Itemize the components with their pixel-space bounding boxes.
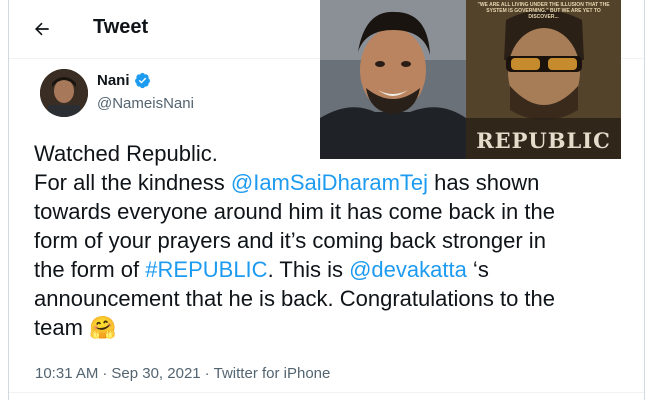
tweet-date[interactable]: Sep 30, 2021 <box>111 365 200 382</box>
republic-poster: "WE ARE ALL LIVING UNDER THE ILLUSION TH… <box>466 0 621 159</box>
arrow-left-icon <box>35 22 49 36</box>
tweet-text: Watched Republic. For all the kindness @… <box>34 139 644 342</box>
author-handle[interactable]: @NameisNani <box>97 95 194 112</box>
actor-photo-graphic <box>320 0 466 159</box>
tweet-source[interactable]: Twitter for iPhone <box>214 365 331 382</box>
tweet-line: team 🤗 <box>34 313 644 342</box>
tweet-time[interactable]: 10:31 AM <box>35 365 98 382</box>
verified-badge-icon <box>134 72 150 89</box>
avatar-photo <box>40 69 88 117</box>
page-title: Tweet <box>93 16 149 38</box>
tweet-line: the form of #REPUBLIC. This is @devakatt… <box>34 255 644 284</box>
author-name[interactable]: Nani <box>97 72 151 89</box>
tweet-text-fragment: team <box>34 315 83 340</box>
poster-tagline: "WE ARE ALL LIVING UNDER THE ILLUSION TH… <box>477 2 610 20</box>
author-name-text: Nani <box>97 72 130 89</box>
tweet-text-fragment: has shown <box>428 170 540 195</box>
meta-separator: · <box>204 365 210 382</box>
actor-photo <box>320 0 466 159</box>
tweet-text-fragment: ‘s <box>466 257 489 282</box>
divider <box>9 392 644 393</box>
tweet-line: towards everyone around him it has come … <box>34 199 555 224</box>
tweet-text-fragment: the form of <box>34 257 146 282</box>
tweet-line: form of your prayers and it’s coming bac… <box>34 228 546 253</box>
mention-link-devakatta[interactable]: @devakatta <box>349 257 467 282</box>
mention-link-saidharamtej[interactable]: @IamSaiDharamTej <box>231 170 428 195</box>
back-button[interactable] <box>27 14 57 44</box>
tweet-text-fragment: For all the kindness <box>34 170 231 195</box>
avatar[interactable] <box>40 69 88 117</box>
hugging-face-emoji: 🤗 <box>89 315 117 340</box>
tweet-text-fragment: . This is <box>267 257 350 282</box>
meta-separator: · <box>102 365 108 382</box>
tweet-line: announcement that he is back. Congratula… <box>34 286 556 311</box>
tweet-line: For all the kindness @IamSaiDharamTej ha… <box>34 168 644 197</box>
tweet-metadata: 10:31 AM · Sep 30, 2021 · Twitter for iP… <box>35 365 330 382</box>
poster-title: REPUBLIC <box>476 128 611 153</box>
hashtag-link-republic[interactable]: #REPUBLIC <box>145 257 267 282</box>
